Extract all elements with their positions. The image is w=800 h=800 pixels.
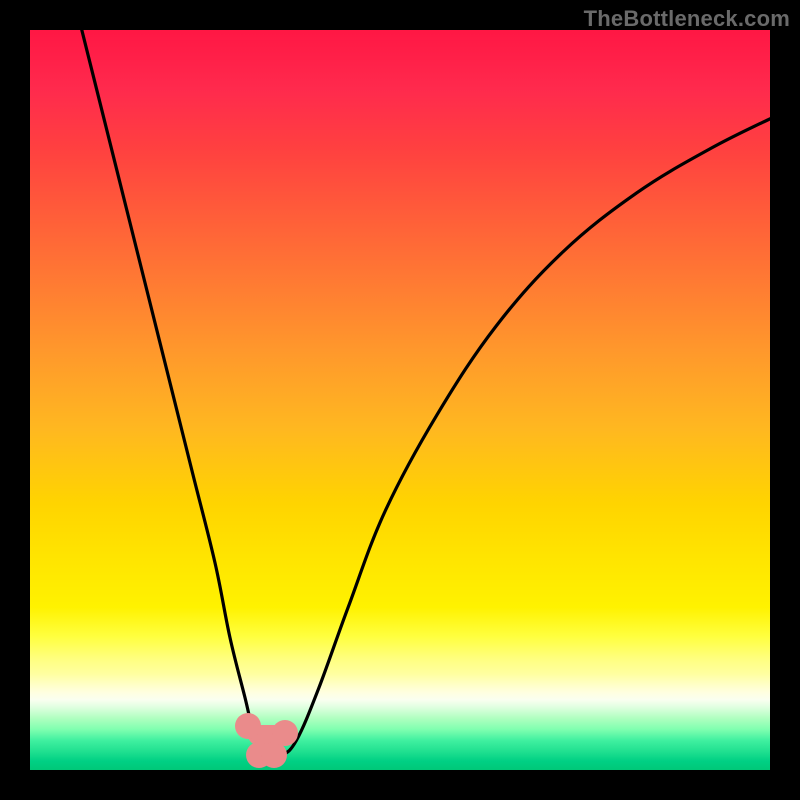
curve-marker bbox=[272, 720, 298, 746]
chart-frame: TheBottleneck.com bbox=[0, 0, 800, 800]
bottleneck-curve bbox=[30, 30, 770, 770]
watermark-text: TheBottleneck.com bbox=[584, 6, 790, 32]
curve-marker bbox=[235, 713, 261, 739]
plot-area bbox=[30, 30, 770, 770]
curve-marker bbox=[261, 742, 287, 768]
